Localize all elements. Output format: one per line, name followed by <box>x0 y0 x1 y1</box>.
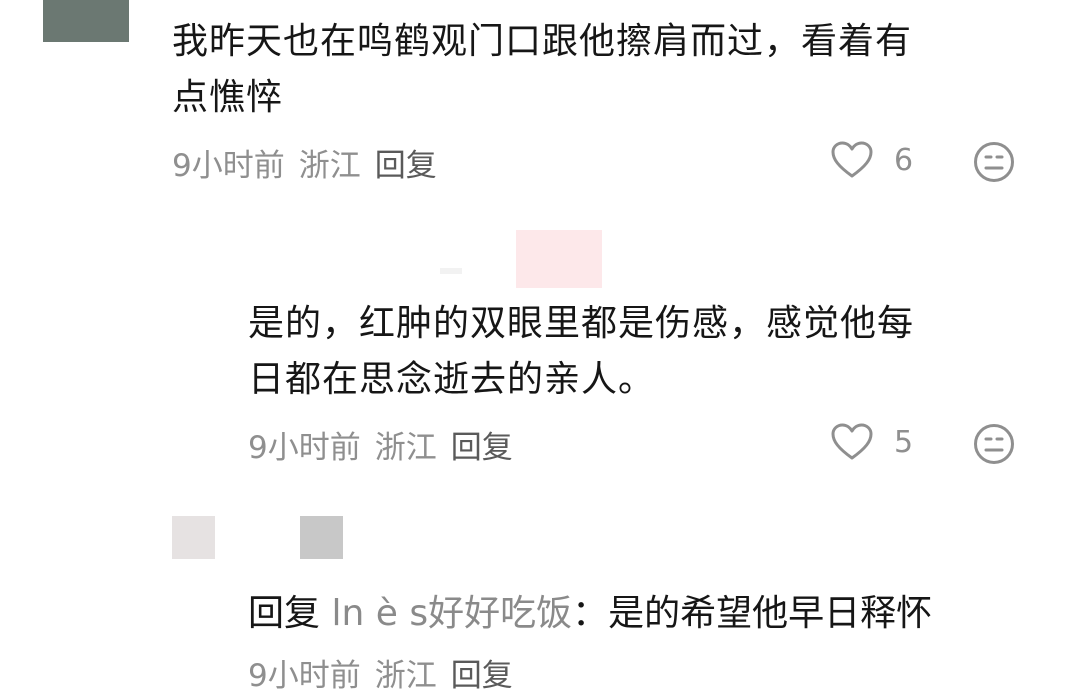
comment-location: 浙江 <box>374 430 437 466</box>
comment-text: 我昨天也在鸣鹤观门口跟他擦肩而过，看着有 点憔悴 <box>172 14 1052 126</box>
heart-icon[interactable] <box>830 422 874 462</box>
blurred-avatar <box>172 516 215 559</box>
blurred-username <box>300 516 343 559</box>
like-count: 5 <box>894 424 914 460</box>
comment-meta: 9小时前 浙江 回复 <box>248 650 513 695</box>
like-group: 6 <box>830 140 913 180</box>
like-group: 5 <box>830 422 913 462</box>
reply-button[interactable]: 回复 <box>375 140 437 185</box>
comment-time: 9小时前 <box>248 658 361 694</box>
like-count: 6 <box>894 142 914 178</box>
heart-icon[interactable] <box>830 140 874 180</box>
avatar[interactable] <box>43 0 129 42</box>
reply-colon: ： <box>572 593 609 634</box>
comment-time: 9小时前 <box>172 148 285 184</box>
comment-time: 9小时前 <box>248 430 361 466</box>
reply-text: 回复 ln è s好好吃饭：是的希望他早日释怀 <box>248 584 932 636</box>
reply-prefix: 回复 <box>248 593 321 634</box>
reply-content: 是的希望他早日释怀 <box>608 593 933 634</box>
blurred-username <box>516 230 602 288</box>
comment-text-line: 点憔悴 <box>172 77 284 118</box>
comment-text-line: 我昨天也在鸣鹤观门口跟他擦肩而过，看着有 <box>172 21 913 62</box>
reply-target-user[interactable]: ln è s好好吃饭 <box>331 593 572 634</box>
reply-button[interactable]: 回复 <box>451 422 513 467</box>
neutral-face-icon[interactable] <box>973 423 1015 465</box>
comment-location: 浙江 <box>374 658 437 694</box>
comment-meta: 9小时前 浙江 回复 <box>248 422 513 467</box>
comment-meta: 9小时前 浙江 回复 <box>172 140 437 185</box>
comment-text-line: 是的，红肿的双眼里都是伤感，感觉他每 <box>248 303 915 344</box>
neutral-face-icon[interactable] <box>973 141 1015 183</box>
comment-text-line: 日都在思念逝去的亲人。 <box>248 359 656 400</box>
comment-location: 浙江 <box>298 148 361 184</box>
comment-text: 是的，红肿的双眼里都是伤感，感觉他每 日都在思念逝去的亲人。 <box>248 296 1048 408</box>
reply-button[interactable]: 回复 <box>451 650 513 695</box>
blurred-avatar <box>440 268 462 274</box>
